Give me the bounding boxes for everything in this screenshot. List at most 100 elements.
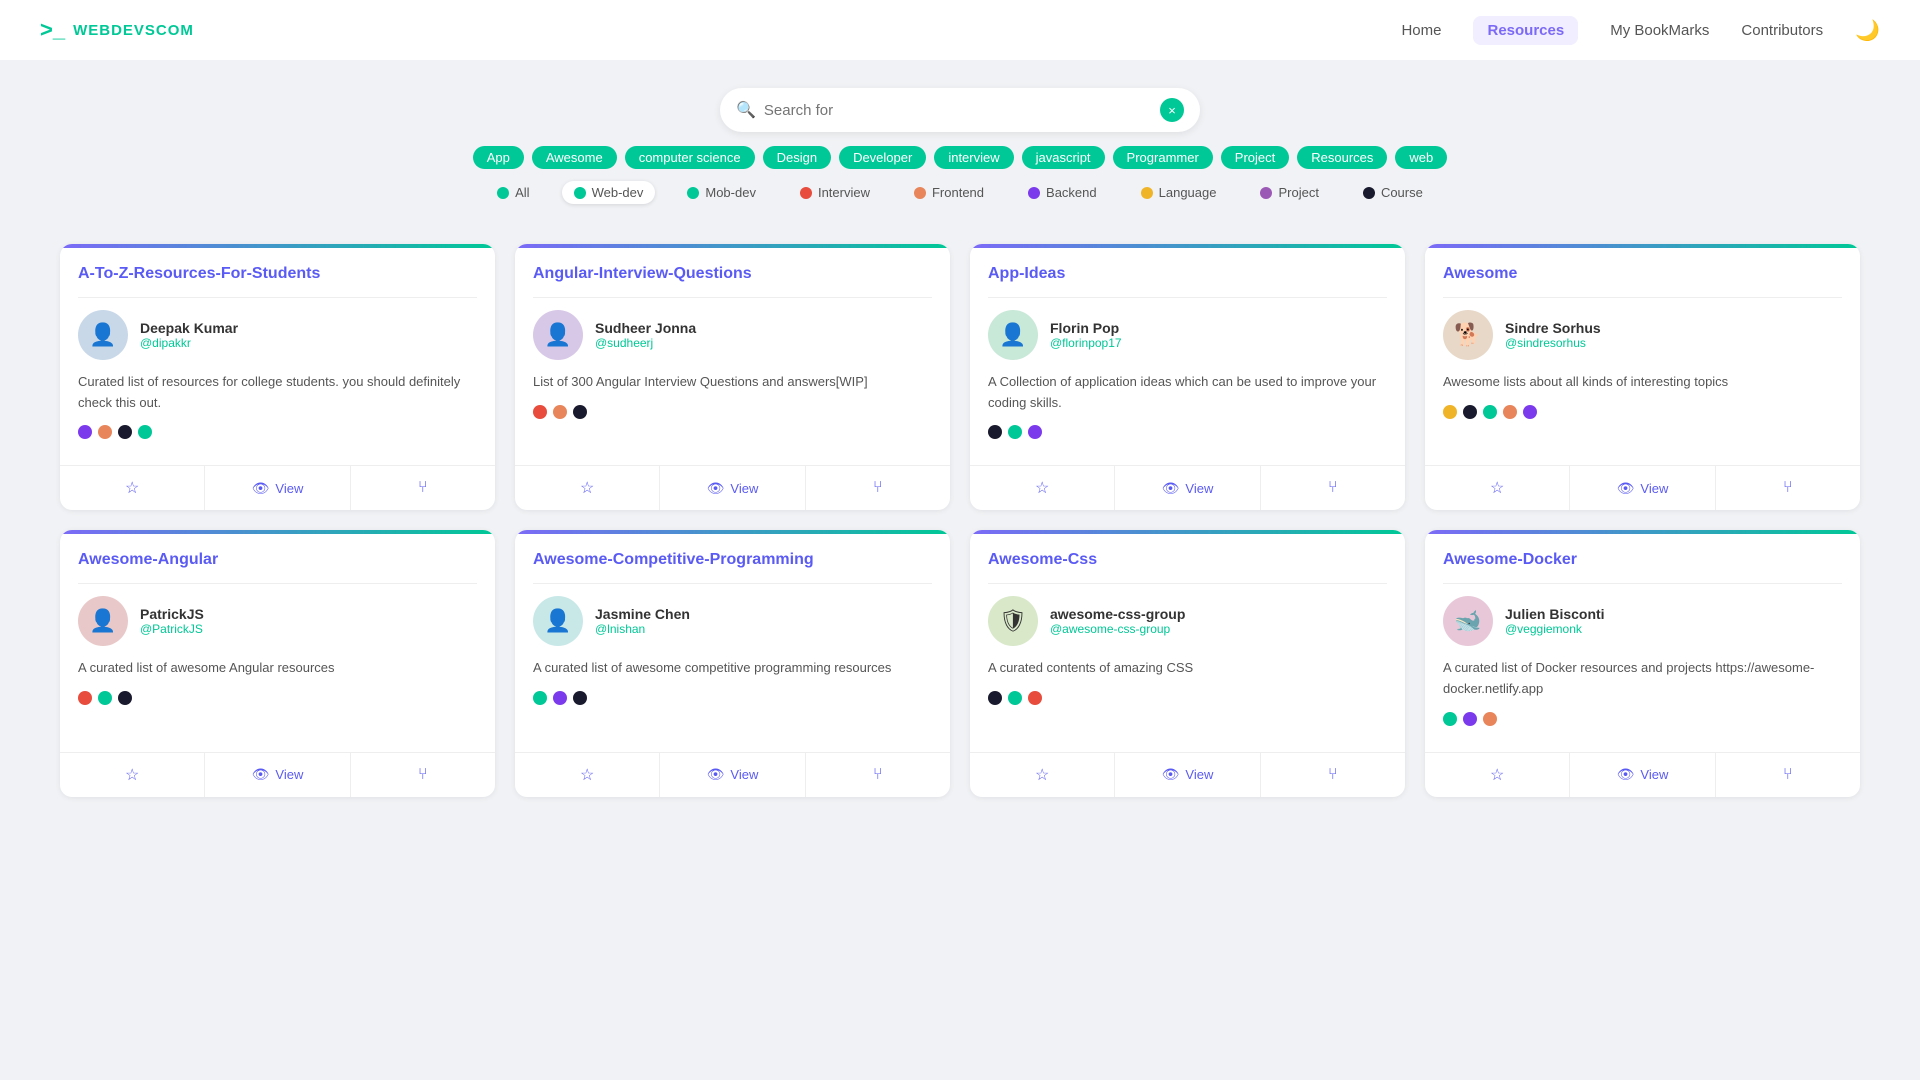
- card-tags-dots: [533, 405, 932, 419]
- star-button[interactable]: [60, 466, 205, 510]
- star-button[interactable]: [515, 753, 660, 797]
- tag-computer-science[interactable]: computer science: [625, 146, 755, 169]
- filter-dot: [1141, 187, 1153, 199]
- star-button[interactable]: [970, 753, 1115, 797]
- tag-resources[interactable]: Resources: [1297, 146, 1387, 169]
- tag-programmer[interactable]: Programmer: [1113, 146, 1213, 169]
- author-info: Florin Pop@florinpop17: [1050, 320, 1122, 350]
- filter-course[interactable]: Course: [1351, 181, 1435, 204]
- fork-button[interactable]: [1716, 466, 1860, 510]
- author-handle[interactable]: @lnishan: [595, 622, 690, 636]
- tag-javascript[interactable]: javascript: [1022, 146, 1105, 169]
- author-handle[interactable]: @florinpop17: [1050, 336, 1122, 350]
- filter-mob-dev[interactable]: Mob-dev: [675, 181, 768, 204]
- nav-home[interactable]: Home: [1401, 22, 1441, 39]
- card-author: 👤Florin Pop@florinpop17: [988, 310, 1387, 360]
- tag-web[interactable]: web: [1395, 146, 1447, 169]
- tag-dot: [1008, 691, 1022, 705]
- avatar: 🐕: [1443, 310, 1493, 360]
- filter-web-dev[interactable]: Web-dev: [562, 181, 656, 204]
- fork-button[interactable]: [1261, 753, 1405, 797]
- logo-icon: >_: [40, 17, 65, 43]
- resource-card: Awesome-Competitive-Programming👤Jasmine …: [515, 530, 950, 796]
- author-handle[interactable]: @dipakkr: [140, 336, 238, 350]
- filter-frontend[interactable]: Frontend: [902, 181, 996, 204]
- view-button[interactable]: View: [660, 466, 805, 510]
- card-title[interactable]: Awesome-Css: [988, 550, 1387, 571]
- tag-dot: [98, 425, 112, 439]
- fork-icon: [418, 766, 428, 784]
- filter-dot: [800, 187, 812, 199]
- eye-icon: [1617, 480, 1635, 497]
- view-button[interactable]: View: [1115, 466, 1260, 510]
- card-divider: [1443, 297, 1842, 298]
- tag-project[interactable]: Project: [1221, 146, 1289, 169]
- card-title[interactable]: Awesome-Angular: [78, 550, 477, 571]
- fork-button[interactable]: [806, 753, 950, 797]
- view-button[interactable]: View: [1115, 753, 1260, 797]
- nav-bookmarks[interactable]: My BookMarks: [1610, 22, 1709, 39]
- eye-icon: [1162, 766, 1180, 783]
- fork-button[interactable]: [1716, 753, 1860, 797]
- view-button[interactable]: View: [1570, 753, 1715, 797]
- filter-interview[interactable]: Interview: [788, 181, 882, 204]
- star-button[interactable]: [60, 753, 205, 797]
- card-title[interactable]: Awesome: [1443, 264, 1842, 285]
- tag-dot: [1008, 425, 1022, 439]
- filter-all[interactable]: All: [485, 181, 541, 204]
- author-handle[interactable]: @sindresorhus: [1505, 336, 1601, 350]
- nav-contributors[interactable]: Contributors: [1741, 22, 1823, 39]
- star-button[interactable]: [970, 466, 1115, 510]
- author-handle[interactable]: @awesome-css-group: [1050, 622, 1185, 636]
- dark-mode-toggle[interactable]: 🌙: [1855, 18, 1880, 43]
- star-icon: [125, 765, 139, 785]
- fork-button[interactable]: [351, 466, 495, 510]
- clear-search-button[interactable]: ×: [1160, 98, 1184, 122]
- tag-dot: [1503, 405, 1517, 419]
- star-button[interactable]: [515, 466, 660, 510]
- star-icon: [1035, 765, 1049, 785]
- view-button[interactable]: View: [205, 753, 350, 797]
- card-footer: View: [970, 465, 1405, 510]
- nav-resources[interactable]: Resources: [1473, 16, 1578, 45]
- card-title[interactable]: Angular-Interview-Questions: [533, 264, 932, 285]
- tag-interview[interactable]: interview: [934, 146, 1013, 169]
- filter-language[interactable]: Language: [1129, 181, 1229, 204]
- star-button[interactable]: [1425, 466, 1570, 510]
- filter-dot: [1028, 187, 1040, 199]
- fork-button[interactable]: [806, 466, 950, 510]
- card-content: Awesome-Css🛡awesome-css-group@awesome-cs…: [970, 534, 1405, 751]
- avatar: 👤: [533, 596, 583, 646]
- filter-backend[interactable]: Backend: [1016, 181, 1109, 204]
- filter-project[interactable]: Project: [1248, 181, 1330, 204]
- fork-icon: [873, 766, 883, 784]
- tag-app[interactable]: App: [473, 146, 524, 169]
- resource-card: Awesome-Docker🐋Julien Bisconti@veggiemon…: [1425, 530, 1860, 796]
- fork-button[interactable]: [1261, 466, 1405, 510]
- filter-dot: [1363, 187, 1375, 199]
- star-button[interactable]: [1425, 753, 1570, 797]
- card-content: Angular-Interview-Questions👤Sudheer Jonn…: [515, 248, 950, 465]
- author-handle[interactable]: @sudheerj: [595, 336, 696, 350]
- author-handle[interactable]: @PatrickJS: [140, 622, 204, 636]
- tag-awesome[interactable]: Awesome: [532, 146, 617, 169]
- search-section: 🔍 × AppAwesomecomputer scienceDesignDeve…: [0, 60, 1920, 220]
- view-button[interactable]: View: [1570, 466, 1715, 510]
- author-handle[interactable]: @veggiemonk: [1505, 622, 1605, 636]
- card-title[interactable]: App-Ideas: [988, 264, 1387, 285]
- tag-design[interactable]: Design: [763, 146, 831, 169]
- fork-button[interactable]: [351, 753, 495, 797]
- search-input[interactable]: [764, 102, 1152, 119]
- filter-label: Mob-dev: [705, 185, 756, 200]
- tag-dot: [573, 405, 587, 419]
- tag-developer[interactable]: Developer: [839, 146, 926, 169]
- logo[interactable]: >_ WEBDEVSCOM: [40, 17, 194, 43]
- card-title[interactable]: Awesome-Competitive-Programming: [533, 550, 932, 571]
- view-label: View: [730, 767, 758, 782]
- card-title[interactable]: A-To-Z-Resources-For-Students: [78, 264, 477, 285]
- view-button[interactable]: View: [660, 753, 805, 797]
- card-title[interactable]: Awesome-Docker: [1443, 550, 1842, 571]
- tag-dot: [1523, 405, 1537, 419]
- view-button[interactable]: View: [205, 466, 350, 510]
- card-content: Awesome-Angular👤PatrickJS@PatrickJSA cur…: [60, 534, 495, 751]
